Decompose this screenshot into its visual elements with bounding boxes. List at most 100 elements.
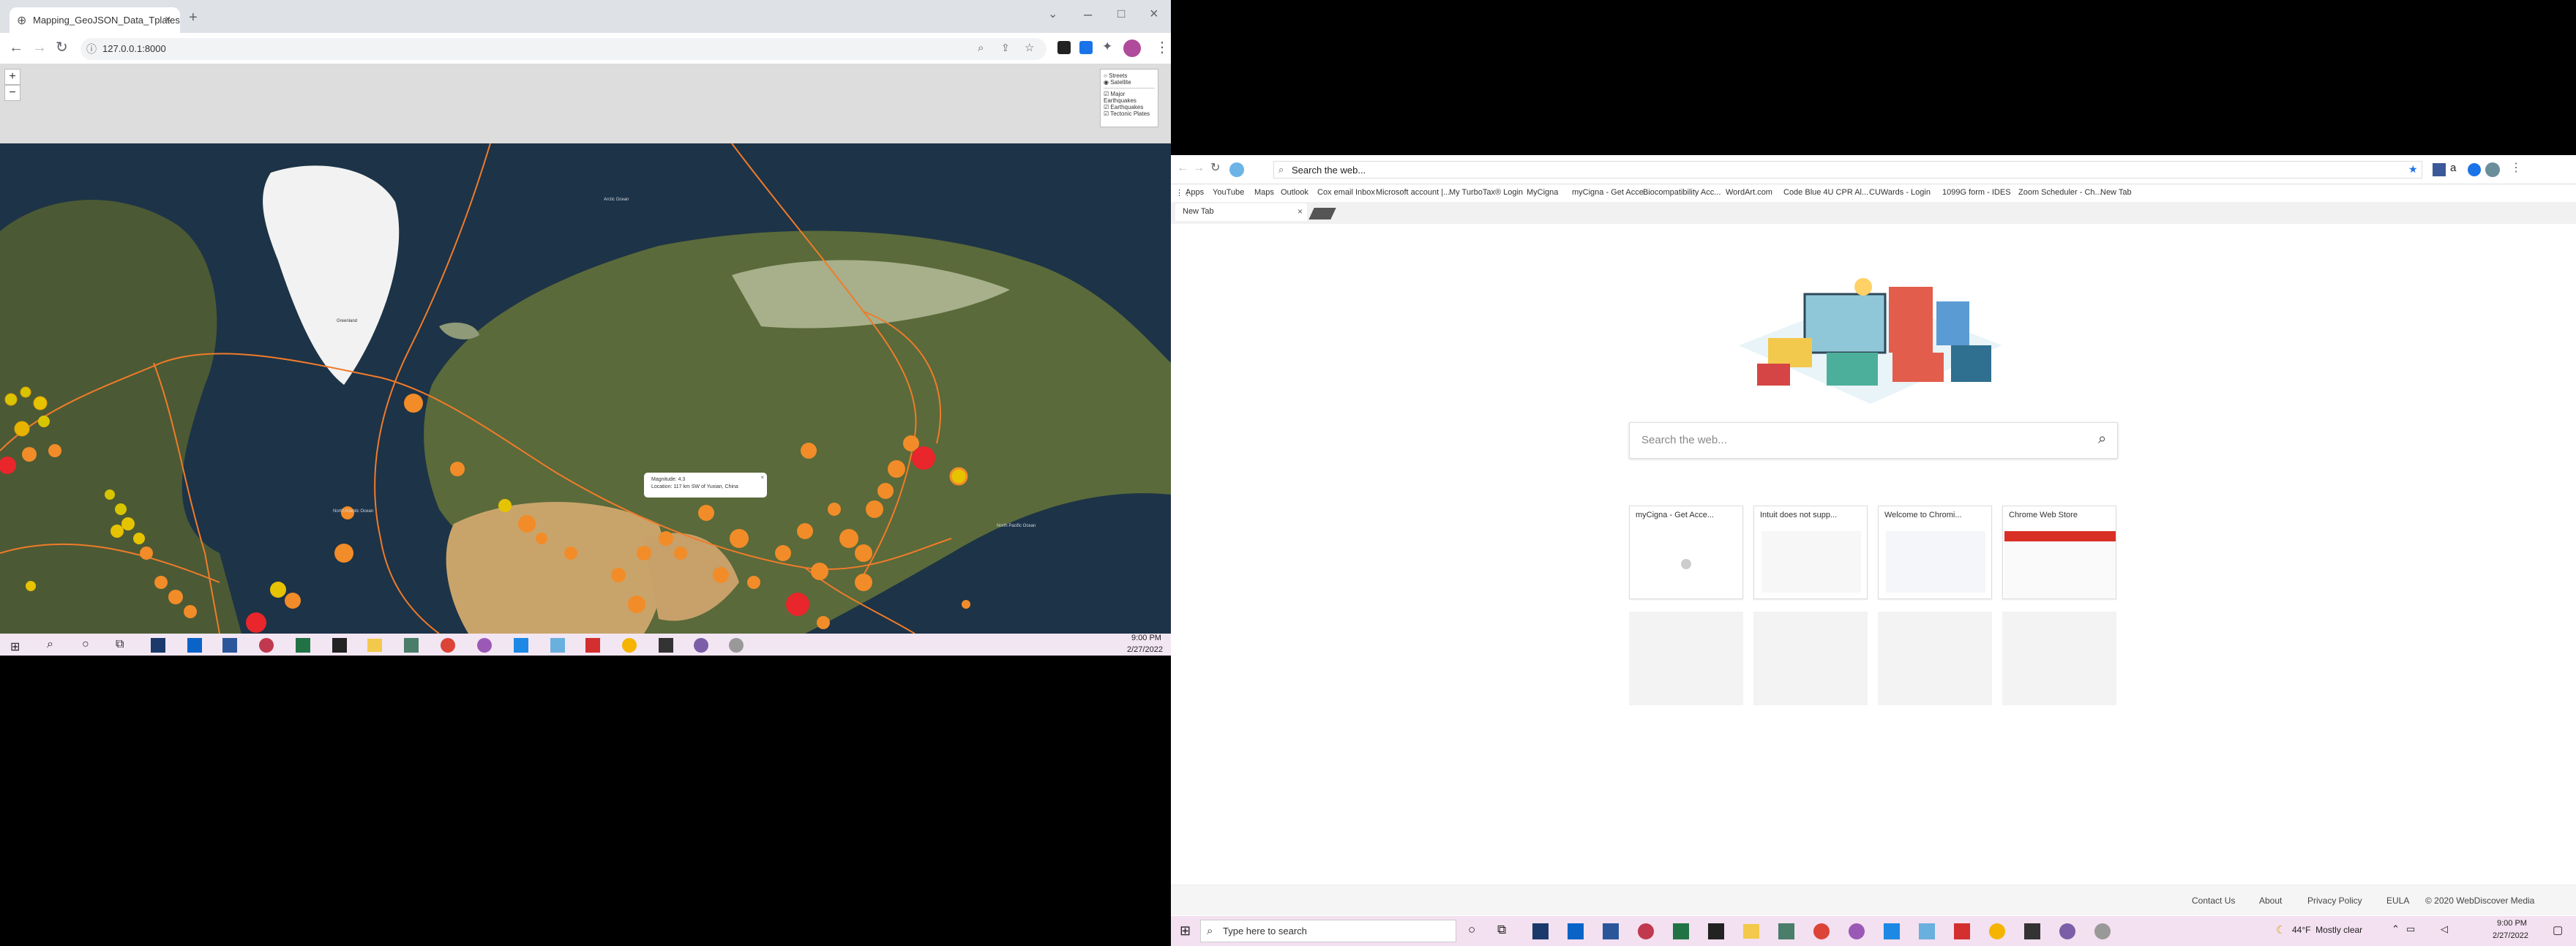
vscode-icon[interactable]	[1884, 923, 1900, 939]
windows-start-icon[interactable]: ⊞	[1180, 923, 1191, 939]
maximize-icon[interactable]: □	[1117, 7, 1125, 20]
app-icon[interactable]	[1638, 923, 1654, 939]
bookmark-biocompat[interactable]: Biocompatibility Acc...	[1643, 188, 1721, 197]
zoom-in-button[interactable]: +	[4, 69, 20, 85]
star-icon[interactable]: ★	[2408, 163, 2418, 176]
reload-icon[interactable]: ↻	[1210, 162, 1220, 174]
terminal-icon[interactable]	[1708, 923, 1724, 939]
bookmark-turbotax[interactable]: My TurboTax® Login	[1449, 188, 1523, 197]
bookmark-cox[interactable]: Cox email Inbox	[1317, 188, 1375, 197]
extension-icon[interactable]	[1057, 41, 1071, 54]
pdf-icon[interactable]	[585, 638, 600, 653]
folder-icon[interactable]	[367, 639, 382, 652]
radio-satellite[interactable]: ◉ Satellite	[1104, 79, 1155, 86]
windows-start-icon[interactable]: ⊞	[10, 639, 20, 654]
browser-tab[interactable]: New Tab ×	[1175, 203, 1307, 221]
app-icon[interactable]	[659, 638, 673, 653]
clock-time[interactable]: 9:00 PM	[1131, 634, 1161, 642]
empty-tile[interactable]	[2002, 612, 2116, 705]
app-icon[interactable]	[622, 638, 637, 653]
app-icon[interactable]	[259, 638, 274, 653]
app-icon[interactable]	[729, 638, 744, 653]
app-icon[interactable]	[1989, 923, 2005, 939]
empty-tile[interactable]	[1878, 612, 1992, 705]
extension-icon[interactable]	[2468, 163, 2481, 176]
facebook-icon[interactable]	[2433, 163, 2446, 176]
radio-streets[interactable]: ○ Streets	[1104, 72, 1155, 79]
avatar[interactable]	[2485, 162, 2500, 177]
bookmark-microsoft[interactable]: Microsoft account |...	[1376, 188, 1450, 197]
shortcut-tile[interactable]: Intuit does not supp...	[1753, 506, 1868, 599]
chrome-icon[interactable]	[441, 638, 455, 653]
task-view-icon[interactable]: ⧉	[1497, 923, 1506, 937]
app-icon[interactable]	[2024, 923, 2040, 939]
excel-icon[interactable]	[296, 638, 310, 653]
webdiscover-icon[interactable]	[1229, 162, 1244, 177]
back-icon[interactable]: ←	[9, 40, 23, 55]
browser-tab[interactable]: ⊕ Mapping_GeoJSON_Data_Tplates ×	[10, 7, 180, 33]
share-icon[interactable]: ⇪	[1001, 42, 1010, 54]
minimize-icon[interactable]: –	[1084, 7, 1092, 22]
zoom-icon[interactable]: ⌕	[978, 42, 984, 54]
close-icon[interactable]: ×	[165, 13, 171, 26]
app-icon[interactable]	[1778, 923, 1794, 939]
vscode-icon[interactable]	[514, 638, 528, 653]
new-tab-icon[interactable]: +	[189, 10, 198, 25]
menu-icon[interactable]: ⋮	[2510, 162, 2522, 174]
weather-text[interactable]: 44°F Mostly clear	[2292, 925, 2362, 935]
bookmark-youtube[interactable]: YouTube	[1213, 188, 1244, 197]
word-icon[interactable]	[1603, 923, 1619, 939]
app-icon[interactable]	[1919, 923, 1935, 939]
network-icon[interactable]: ▭	[2406, 923, 2415, 935]
bookmark-wordart[interactable]: WordArt.com	[1726, 188, 1772, 197]
clock-date[interactable]: 2/27/2022	[2493, 931, 2528, 940]
task-view-icon[interactable]: ⧉	[116, 638, 124, 651]
bookmark-zoom[interactable]: Zoom Scheduler - Ch...	[2018, 188, 2102, 197]
bookmark-codeblue[interactable]: Code Blue 4U CPR Al...	[1783, 188, 1868, 197]
app-icon[interactable]	[550, 638, 565, 653]
tab-search-icon[interactable]: ⌄	[1048, 9, 1057, 20]
terminal-icon[interactable]	[332, 638, 347, 653]
search-icon[interactable]: ⌕	[2098, 431, 2106, 448]
footer-eula-link[interactable]: EULA	[2386, 896, 2409, 906]
cortana-icon[interactable]: ○	[1468, 923, 1475, 937]
search-input[interactable]: Search the web...	[1641, 434, 1727, 446]
forward-icon[interactable]: →	[32, 40, 47, 55]
amazon-icon[interactable]: a	[2450, 162, 2456, 174]
app-icon[interactable]	[1849, 923, 1865, 939]
checkbox-earthquakes[interactable]: ☑ Earthquakes	[1104, 104, 1155, 110]
address-bar[interactable]: ⓘ 127.0.0.1:8000 ⌕ ⇪ ☆	[80, 38, 1046, 60]
menu-icon[interactable]: ⋮	[1155, 40, 1169, 55]
bookmark-1099g[interactable]: 1099G form - IDES	[1942, 188, 2011, 197]
empty-tile[interactable]	[1629, 612, 1743, 705]
search-box[interactable]: Search the web... ⌕	[1629, 422, 2118, 459]
app-icon[interactable]	[477, 638, 492, 653]
clock-date[interactable]: 2/27/2022	[1127, 645, 1163, 654]
footer-privacy-link[interactable]: Privacy Policy	[2307, 896, 2362, 906]
app-icon[interactable]	[2094, 923, 2111, 939]
close-icon[interactable]: ×	[1298, 206, 1303, 217]
empty-tile[interactable]	[1753, 612, 1868, 705]
popup-close-icon[interactable]: ×	[760, 474, 764, 481]
shortcut-tile[interactable]: Welcome to Chromi...	[1878, 506, 1992, 599]
bookmark-outlook[interactable]: Outlook	[1281, 188, 1308, 197]
volume-icon[interactable]: ◁	[2441, 923, 2448, 935]
footer-about-link[interactable]: About	[2259, 896, 2282, 906]
shortcut-tile[interactable]: myCigna - Get Acce...	[1629, 506, 1743, 599]
app-icon[interactable]	[694, 638, 708, 653]
app-icon[interactable]	[151, 638, 165, 653]
word-icon[interactable]	[222, 638, 237, 653]
checkbox-tectonic-plates[interactable]: ☑ Tectonic Plates	[1104, 110, 1155, 117]
satellite-map[interactable]: Greenland Arctic Ocean North Pacific Oce…	[0, 143, 1171, 634]
reload-icon[interactable]: ↻	[56, 40, 68, 55]
app-icon[interactable]	[1532, 923, 1549, 939]
star-icon[interactable]: ☆	[1025, 41, 1034, 54]
notifications-icon[interactable]: ▢	[2553, 923, 2563, 936]
back-icon[interactable]: ←	[1177, 162, 1188, 174]
search-icon[interactable]: ⌕	[47, 638, 53, 651]
outlook-icon[interactable]	[187, 638, 202, 653]
window-close-icon[interactable]: ×	[1150, 7, 1158, 21]
folder-icon[interactable]	[1743, 924, 1759, 939]
bookmark-maps[interactable]: Maps	[1254, 188, 1274, 197]
cortana-icon[interactable]: ○	[82, 638, 89, 651]
